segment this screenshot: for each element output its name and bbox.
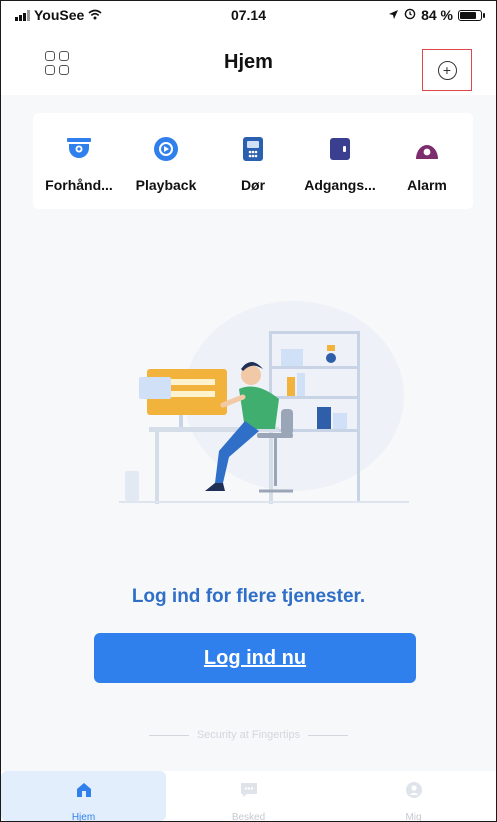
slogan-text: Security at Fingertips	[196, 729, 301, 741]
status-bar: YouSee 07.14 84 %	[1, 1, 496, 31]
tab-label: Mig	[405, 812, 422, 822]
alarm-clock-icon	[404, 7, 416, 23]
slogan: Security at Fingertips	[1, 729, 496, 741]
quick-item-playback[interactable]: Playback	[124, 113, 208, 209]
quick-item-label: Adgangs...	[304, 177, 376, 193]
message-icon	[239, 781, 259, 804]
login-illustration	[119, 301, 409, 511]
quick-item-access[interactable]: Adgangs...	[298, 113, 382, 209]
quick-item-door[interactable]: Dør	[211, 113, 295, 209]
divider	[308, 734, 349, 736]
quick-item-label: Dør	[240, 177, 266, 193]
divider	[148, 734, 189, 736]
tab-profile[interactable]: Mig	[331, 771, 496, 821]
quick-item-label: Playback	[135, 177, 197, 193]
nav-bar: Hjem +	[1, 31, 496, 95]
battery-level	[460, 11, 476, 19]
playback-icon	[152, 135, 180, 163]
tab-label: Hjem	[71, 812, 96, 822]
battery-icon	[458, 9, 485, 21]
door-icon	[239, 135, 267, 163]
home-icon	[75, 781, 93, 804]
tab-home[interactable]: Hjem	[1, 771, 166, 821]
profile-icon	[405, 781, 423, 804]
access-card-icon	[326, 135, 354, 163]
app-screen: YouSee 07.14 84 % Hjem + Forhånd... Play…	[0, 0, 497, 822]
alarm-icon	[413, 135, 441, 163]
camera-icon	[65, 135, 93, 163]
tab-label: Besked	[231, 812, 266, 822]
add-device-button[interactable]: +	[422, 49, 472, 91]
plus-circle-icon: +	[437, 60, 457, 80]
status-right: 84 %	[388, 7, 485, 23]
quick-item-label: Alarm	[407, 177, 447, 193]
tab-messages[interactable]: Besked	[166, 771, 331, 821]
quick-item-alarm[interactable]: Alarm	[385, 113, 469, 209]
login-message: Log ind for flere tjenester.	[131, 586, 366, 607]
tab-bar: Hjem Besked Mig	[1, 771, 496, 821]
location-arrow-icon	[388, 7, 399, 23]
quick-access-bar: Forhånd... Playback Dør Adgangs... Alarm	[33, 113, 473, 209]
quick-item-label: Forhånd...	[45, 177, 113, 193]
quick-item-preview[interactable]: Forhånd...	[37, 113, 121, 209]
battery-percent: 84 %	[421, 7, 453, 23]
login-button[interactable]: Log ind nu	[94, 633, 416, 683]
